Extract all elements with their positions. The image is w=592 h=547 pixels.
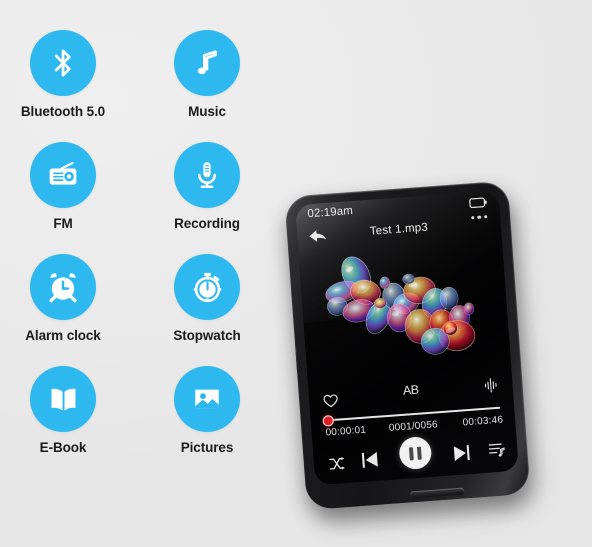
- music-note-icon: [197, 50, 217, 75]
- feature-item-fm[interactable]: FM: [0, 142, 129, 231]
- next-track-icon[interactable]: [453, 443, 471, 463]
- device-body: 02:19am Test 1.mp3 AB 00:00:01 0001/0056…: [284, 180, 531, 511]
- pause-bar-right: [416, 446, 422, 460]
- device-screen[interactable]: 02:19am Test 1.mp3 AB 00:00:01 0001/0056…: [294, 190, 519, 486]
- feature-label: Music: [188, 104, 226, 119]
- album-art-svg: [325, 256, 476, 355]
- soap-bubbles-artwork: [298, 236, 512, 393]
- bluetooth-icon-circle: [30, 30, 96, 96]
- stopwatch-icon-circle: [174, 254, 240, 320]
- radio-icon: [49, 162, 77, 185]
- open-book-icon-circle: [30, 366, 96, 432]
- microphone-icon: [197, 162, 217, 188]
- feature-label: Recording: [174, 216, 240, 231]
- feature-item-music[interactable]: Music: [141, 30, 273, 119]
- feature-item-stopwatch[interactable]: Stopwatch: [141, 254, 273, 343]
- device-side-button[interactable]: [293, 346, 299, 373]
- status-time: 02:19am: [307, 204, 354, 221]
- alarm-clock-icon: [49, 273, 77, 303]
- open-book-icon: [51, 388, 75, 410]
- screenshot-root: Bluetooth 5.0 Music FM Recording Alarm c…: [0, 0, 592, 547]
- feature-label: Alarm clock: [25, 328, 101, 343]
- microphone-icon-circle: [174, 142, 240, 208]
- progress-bar-knob[interactable]: [322, 414, 335, 427]
- feature-label: E-Book: [39, 440, 87, 455]
- feature-item-alarm-clock[interactable]: Alarm clock: [0, 254, 129, 343]
- feature-item-bluetooth[interactable]: Bluetooth 5.0: [0, 30, 129, 119]
- feature-label: Stopwatch: [173, 328, 241, 343]
- total-time: 00:03:46: [462, 414, 504, 429]
- image-icon: [195, 389, 219, 409]
- device-charging-port: [410, 487, 465, 499]
- equalizer-icon[interactable]: [483, 377, 500, 394]
- stopwatch-icon: [193, 272, 221, 302]
- feature-item-pictures[interactable]: Pictures: [141, 366, 273, 455]
- battery-icon: [469, 197, 487, 209]
- pause-bar-left: [409, 446, 414, 460]
- playlist-icon[interactable]: [488, 441, 506, 458]
- pause-icon[interactable]: [398, 435, 433, 471]
- alarm-clock-icon-circle: [30, 254, 96, 320]
- feature-item-recording[interactable]: Recording: [141, 142, 273, 231]
- image-icon-circle: [174, 366, 240, 432]
- feature-label: Pictures: [180, 440, 234, 455]
- music-note-icon-circle: [174, 30, 240, 96]
- feature-label: FM: [53, 216, 73, 231]
- radio-icon-circle: [30, 142, 96, 208]
- bluetooth-icon: [54, 49, 71, 77]
- mp3-player-device: 02:19am Test 1.mp3 AB 00:00:01 0001/0056…: [284, 180, 540, 526]
- feature-item-ebook[interactable]: E-Book: [0, 366, 129, 455]
- feature-icon-grid: Bluetooth 5.0 Music FM Recording Alarm c…: [0, 0, 280, 500]
- feature-label: Bluetooth 5.0: [20, 104, 106, 119]
